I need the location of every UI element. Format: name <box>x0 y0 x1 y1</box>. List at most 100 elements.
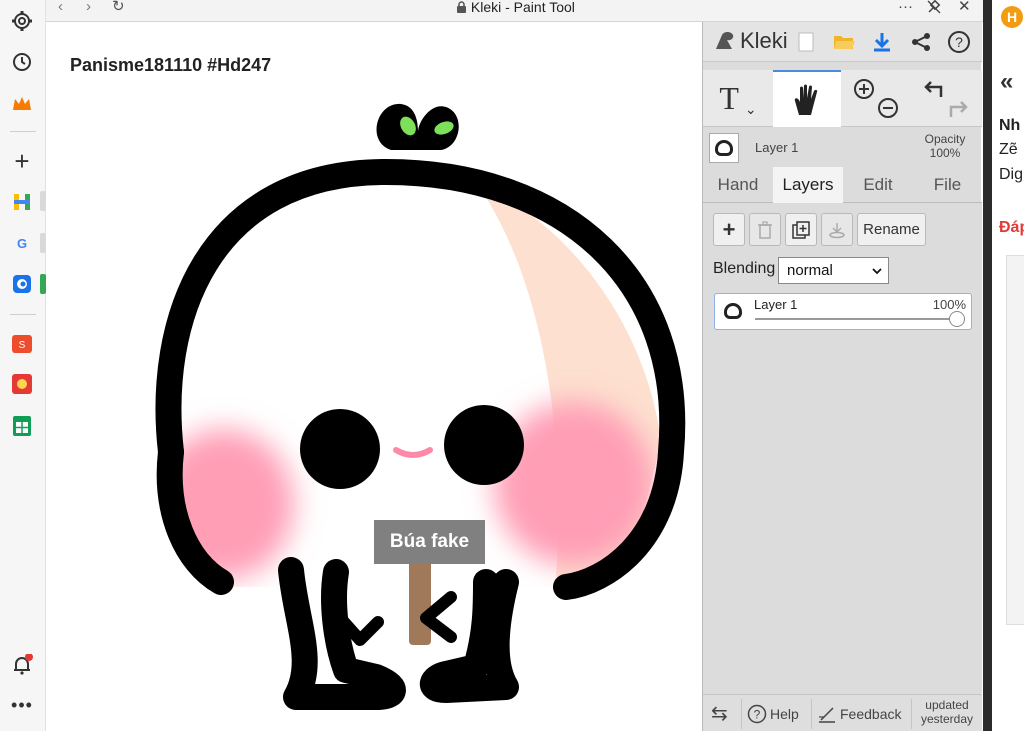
add-layer-button[interactable]: + <box>713 213 745 246</box>
tab-file[interactable]: File <box>913 167 982 203</box>
background-page: H « Nh Zẽ Dig Đáp <box>992 0 1024 731</box>
back-button[interactable]: ‹ <box>58 0 63 14</box>
kleki-logo-text: Kleki <box>740 28 788 53</box>
chevron-down-icon <box>872 258 882 284</box>
opacity-value: 100% <box>929 146 961 160</box>
duplicate-icon <box>792 220 810 239</box>
help-circle-icon: ? <box>747 704 767 723</box>
game-app-icon[interactable] <box>9 371 35 397</box>
help-icon[interactable]: ? <box>946 29 972 55</box>
blending-label: Blending <box>713 260 776 277</box>
blending-value: normal <box>787 262 833 279</box>
zoom-tool[interactable] <box>843 70 909 127</box>
hand-tool[interactable] <box>773 70 841 127</box>
forward-button[interactable]: › <box>86 0 91 14</box>
browser-sidebar: + G S ••• <box>0 0 46 731</box>
text-tool-glyph: T <box>719 80 739 116</box>
more-options-button[interactable]: ··· <box>898 0 913 14</box>
undo-redo-tool[interactable] <box>911 70 981 127</box>
updated-line-1: updated <box>925 698 969 712</box>
kleki-side-panel: Kleki ? T ⌄ Layer 1 Opacity 100% Hand La… <box>702 22 982 731</box>
opacity-label: Opacity <box>924 132 966 146</box>
kleki-logo[interactable]: Kleki <box>713 28 788 54</box>
svg-text:S: S <box>19 340 26 351</box>
page-text-line: Nh <box>999 117 1021 134</box>
page-text-line: Zẽ <box>999 141 1018 158</box>
layer-opacity-slider-handle[interactable] <box>949 311 965 327</box>
page-image-frame <box>1006 255 1024 625</box>
rename-layer-button[interactable]: Rename <box>857 213 926 246</box>
kleki-app-icon[interactable] <box>9 271 35 297</box>
h-app-icon[interactable] <box>9 189 35 215</box>
page-badge[interactable]: H <box>1001 6 1023 28</box>
page-link[interactable]: Đáp <box>999 219 1024 237</box>
duplicate-layer-button[interactable] <box>785 213 817 246</box>
open-folder-icon[interactable] <box>831 29 857 55</box>
lock-icon <box>457 1 466 13</box>
google-icon[interactable]: G <box>9 230 35 256</box>
help-label: Help <box>770 705 799 722</box>
new-file-icon[interactable] <box>793 29 819 55</box>
delete-layer-button[interactable] <box>749 213 781 246</box>
layer-item-thumbnail <box>719 297 747 325</box>
swap-side-button[interactable]: ⇆ <box>711 695 728 731</box>
feedback-icon <box>819 706 835 723</box>
layer-thumbnail <box>709 133 739 163</box>
blending-select[interactable]: normal <box>778 257 889 284</box>
current-layer-name: Layer 1 <box>755 140 799 155</box>
shopee-icon[interactable]: S <box>9 330 35 356</box>
feedback-button[interactable]: Feedback <box>818 695 901 731</box>
svg-text:?: ? <box>754 707 761 721</box>
text-tool[interactable]: T ⌄ <box>703 70 773 127</box>
updated-status: updated yesterday <box>915 698 979 726</box>
window-title-text: Kleki - Paint Tool <box>470 0 575 15</box>
panel-bottombar: ⇆ ? Help Feedback updated yesterday <box>703 694 982 731</box>
character-drawing <box>155 103 686 710</box>
tab-edit[interactable]: Edit <box>843 167 913 203</box>
hand-icon <box>794 84 818 115</box>
history-icon[interactable] <box>9 49 35 75</box>
page-text-line: Dig <box>999 166 1024 183</box>
tab-layers[interactable]: Layers <box>773 167 843 203</box>
layer-opacity-track[interactable] <box>755 318 957 320</box>
more-icon[interactable]: ••• <box>9 692 35 718</box>
layers-panel: + Rename Blending normal Layer 1 100% <box>703 203 982 693</box>
zoom-in-out-icon <box>854 78 898 118</box>
crown-icon[interactable] <box>9 91 35 117</box>
layer-list-item[interactable]: Layer 1 100% <box>714 293 972 330</box>
bottombar-divider <box>741 699 742 729</box>
panel-topbar: Kleki ? <box>703 22 982 62</box>
reload-button[interactable]: ↻ <box>112 0 125 14</box>
kleki-logo-icon <box>716 32 734 49</box>
window-title: Kleki - Paint Tool <box>456 0 575 15</box>
tab-hand[interactable]: Hand <box>703 167 773 203</box>
drawing-canvas[interactable]: Panisme181110 #Hd247 Búa fake <box>46 22 702 731</box>
window-titlebar: ‹ › ↻ Kleki - Paint Tool ··· ✕ <box>46 0 983 22</box>
merge-down-icon <box>829 222 845 238</box>
close-button[interactable]: ✕ <box>958 0 971 14</box>
screen: + G S ••• ‹ › ↻ Kleki - Paint Tool ··· ✕… <box>0 0 1024 731</box>
collapse-chevron-icon[interactable]: « <box>1000 68 1013 96</box>
download-icon[interactable] <box>869 29 895 55</box>
undo-redo-icon <box>924 80 968 117</box>
chevron-down-icon[interactable]: ⌄ <box>745 101 757 118</box>
pin-icon[interactable] <box>927 0 941 17</box>
sidebar-divider <box>10 131 36 132</box>
svg-text:?: ? <box>955 34 963 50</box>
layer-item-opacity: 100% <box>932 297 966 312</box>
sheets-icon[interactable] <box>9 413 35 439</box>
panel-tabs: Hand Layers Edit File <box>703 167 982 203</box>
share-icon[interactable] <box>908 29 934 55</box>
help-button[interactable]: ? Help <box>747 695 799 731</box>
bottombar-divider <box>911 699 912 729</box>
kleki-window: ‹ › ↻ Kleki - Paint Tool ··· ✕ Panisme18… <box>46 0 983 731</box>
settings-icon[interactable] <box>9 8 35 34</box>
sign-text: Búa fake <box>389 531 470 552</box>
current-layer-info: Layer 1 Opacity 100% <box>703 128 982 168</box>
merge-layer-button[interactable] <box>821 213 853 246</box>
add-icon[interactable]: + <box>9 146 35 176</box>
tool-row: T ⌄ <box>703 70 982 127</box>
updated-line-2: yesterday <box>920 712 974 726</box>
notification-icon[interactable] <box>9 652 35 678</box>
feedback-label: Feedback <box>840 705 902 722</box>
